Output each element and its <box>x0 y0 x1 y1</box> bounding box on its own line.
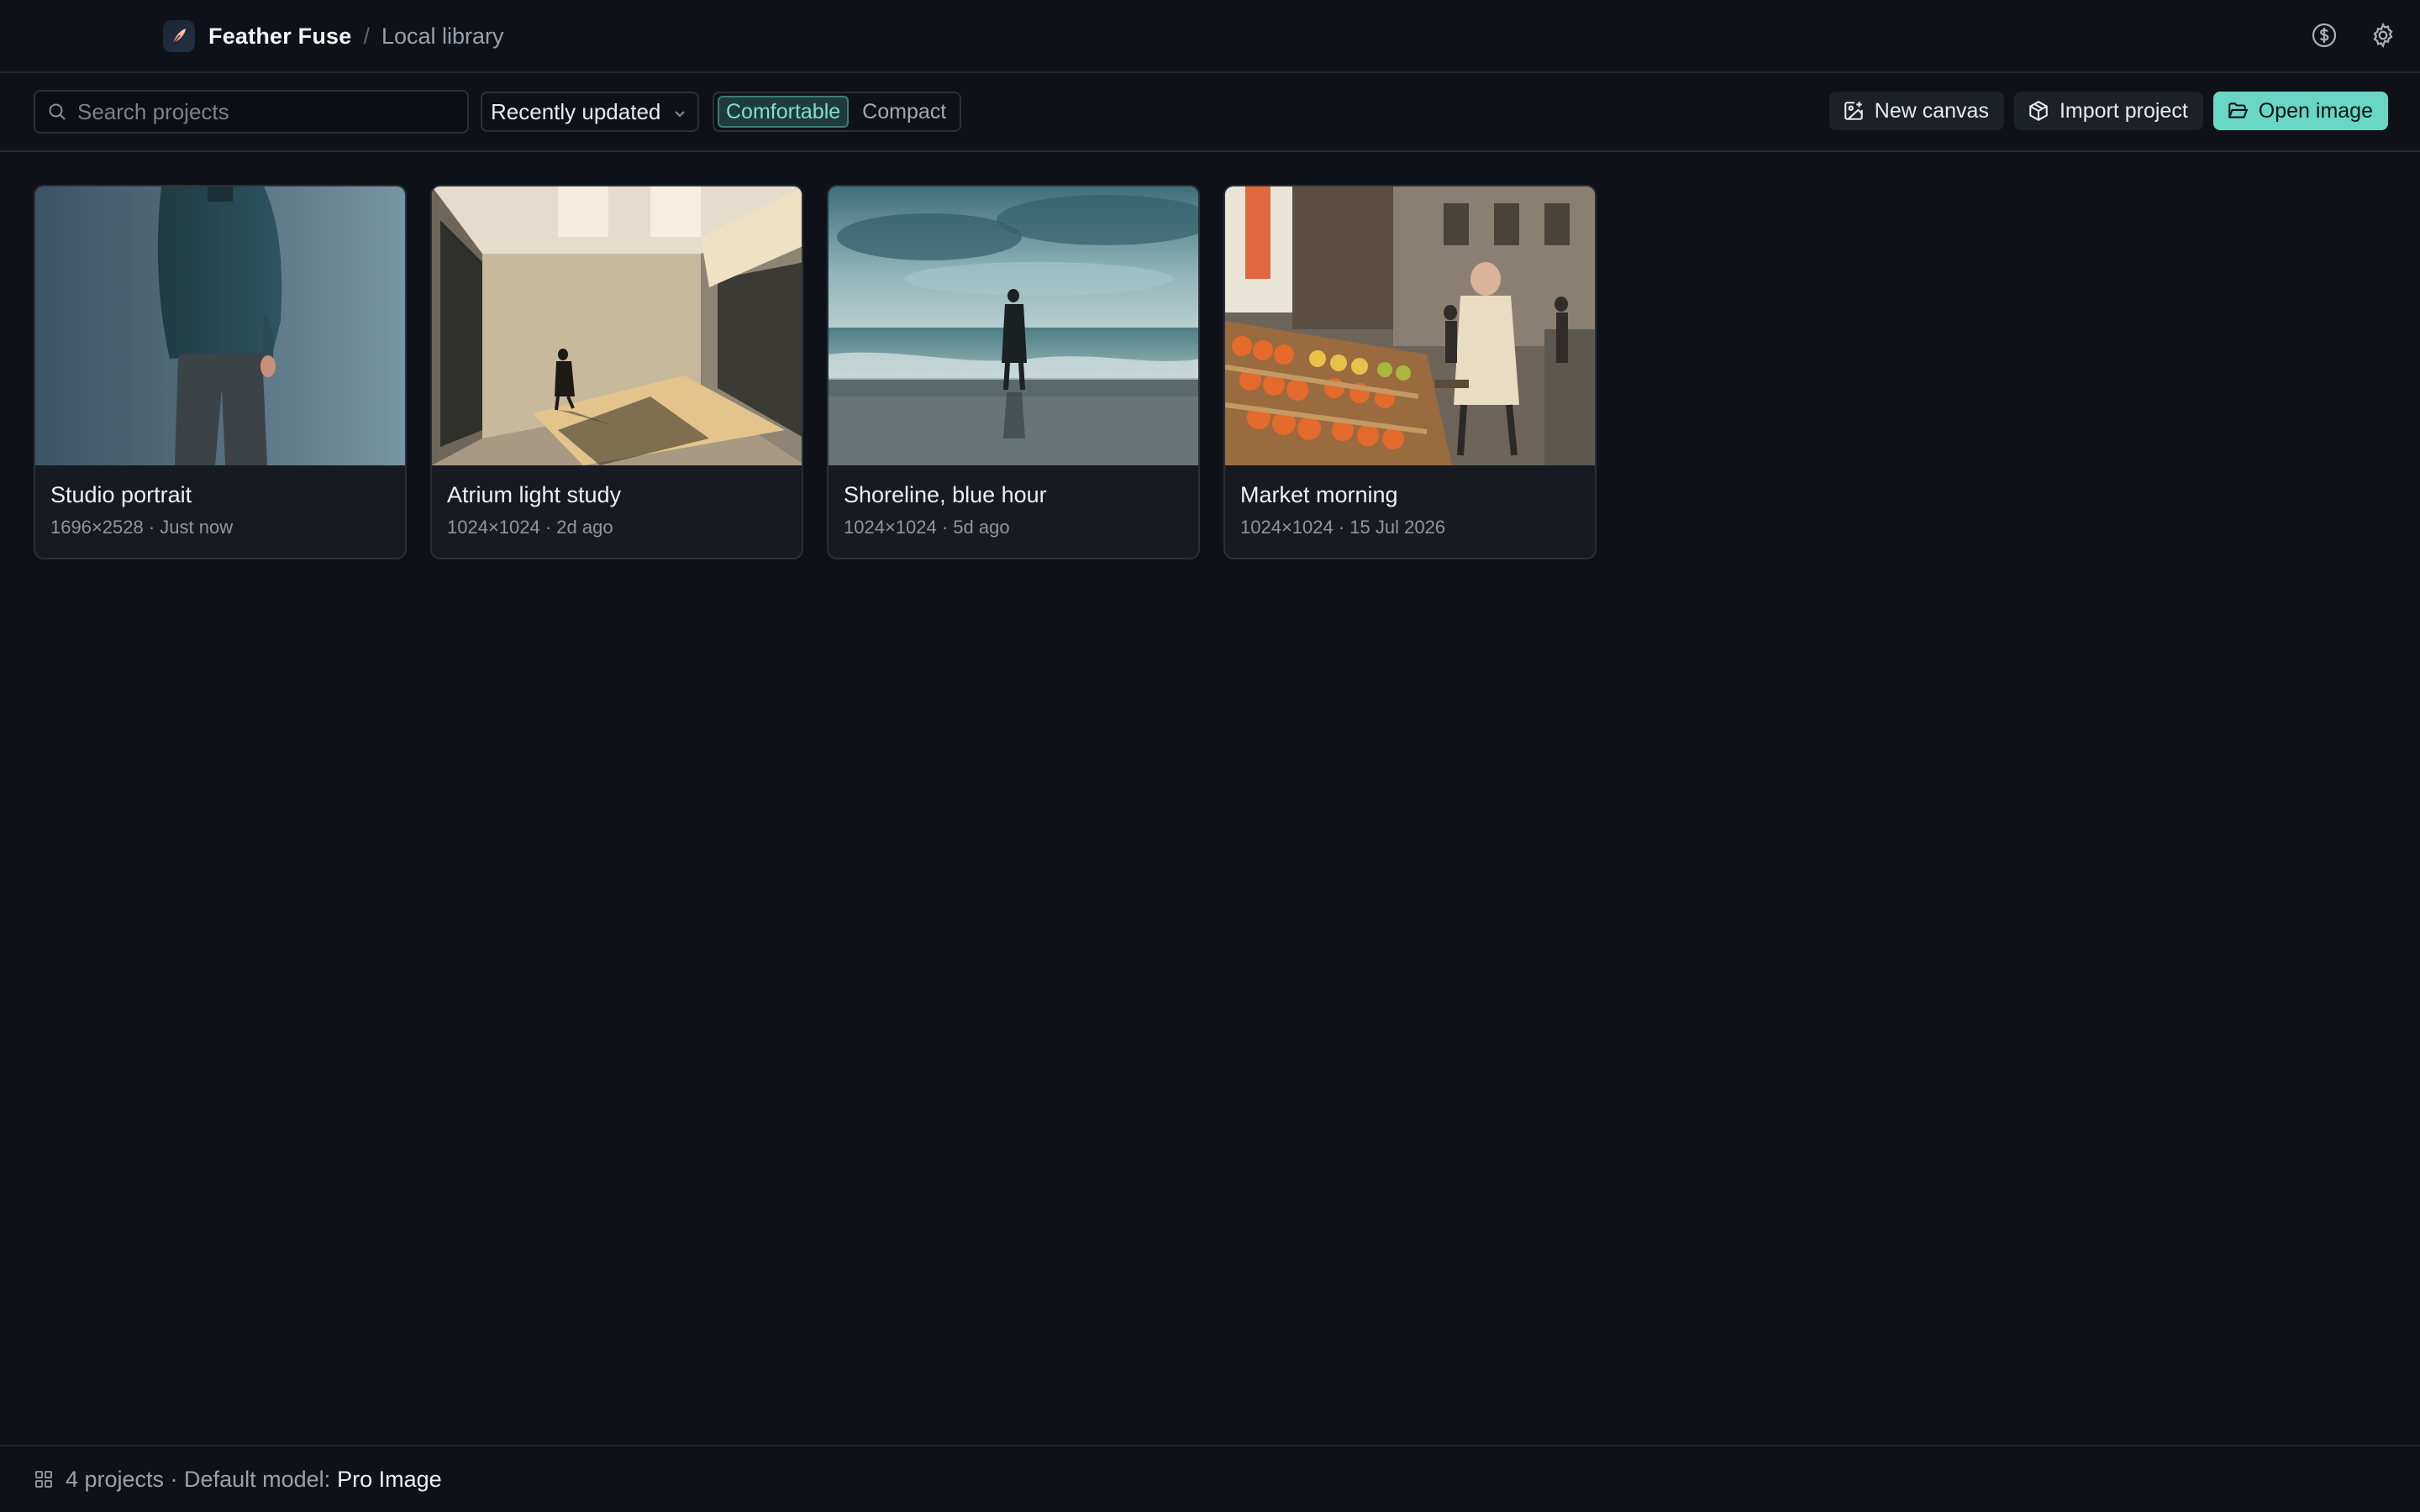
breadcrumb-separator: / <box>363 23 370 49</box>
open-image-button[interactable]: Open image <box>2212 92 2388 130</box>
new-canvas-label: New canvas <box>1874 98 1989 123</box>
import-project-button[interactable]: Import project <box>2013 92 2203 130</box>
project-title: Shoreline, blue hour <box>844 482 1047 507</box>
project-title: Atrium light study <box>447 482 622 507</box>
title-bar: Feather Fuse / Local library <box>0 0 2420 73</box>
search-field[interactable] <box>34 90 469 134</box>
project-meta: 1024×1024 · 5d ago <box>844 517 1010 538</box>
billing-dollar-icon[interactable] <box>2307 18 2341 52</box>
toolbar: Recently updated Comfortable Compact New… <box>0 75 2420 152</box>
settings-gear-icon[interactable] <box>2366 18 2400 52</box>
project-count-summary: 4 projects · Default model: <box>66 1466 331 1492</box>
project-grid: Studio portrait 1696×2528 · Just now Atr… <box>34 185 1597 559</box>
status-bar: 4 projects · Default model: Pro Image <box>0 1445 2420 1512</box>
sort-value: Recently updated <box>491 98 661 124</box>
new-canvas-button[interactable]: New canvas <box>1828 92 2004 130</box>
logo-feather-icon <box>163 20 195 52</box>
density-compact-button[interactable]: Compact <box>854 96 955 128</box>
package-icon <box>2029 100 2048 122</box>
project-title: Market morning <box>1240 482 1398 507</box>
project-card[interactable]: Atrium light study 1024×1024 · 2d ago <box>430 185 803 559</box>
app-name[interactable]: Feather Fuse <box>208 24 351 50</box>
folder-open-icon <box>2228 102 2249 118</box>
project-meta: 1696×2528 · Just now <box>50 517 234 538</box>
open-image-label: Open image <box>2258 98 2373 123</box>
project-card[interactable]: Shoreline, blue hour 1024×1024 · 5d ago <box>827 185 1200 559</box>
search-icon <box>49 103 66 120</box>
project-thumbnail <box>829 186 1198 465</box>
density-toggle: Comfortable Compact <box>713 92 961 132</box>
project-meta: 1024×1024 · 15 Jul 2026 <box>1240 517 1446 538</box>
project-thumbnail <box>432 186 802 465</box>
image-plus-icon <box>1844 102 1863 120</box>
sort-dropdown[interactable]: Recently updated <box>481 92 699 132</box>
project-card[interactable]: Studio portrait 1696×2528 · Just now <box>34 185 407 559</box>
breadcrumb: Feather Fuse / Local library <box>163 18 504 54</box>
grid-icon <box>35 1471 52 1488</box>
project-thumbnail <box>1225 186 1595 465</box>
project-meta: 1024×1024 · 2d ago <box>447 517 613 538</box>
breadcrumb-local-library[interactable]: Local library <box>381 24 504 50</box>
app-window: Feather Fuse / Local library Search proj… <box>0 0 2420 1512</box>
project-thumbnail <box>35 186 405 465</box>
chevron-down-icon <box>675 111 685 118</box>
import-project-label: Import project <box>2059 98 2188 123</box>
density-comfortable-button[interactable]: Comfortable <box>718 96 850 128</box>
project-title: Studio portrait <box>50 482 192 507</box>
search-input[interactable] <box>77 98 447 125</box>
project-card[interactable]: Market morning 1024×1024 · 15 Jul 2026 <box>1223 185 1597 559</box>
default-model-value[interactable]: Pro Image <box>337 1467 442 1493</box>
